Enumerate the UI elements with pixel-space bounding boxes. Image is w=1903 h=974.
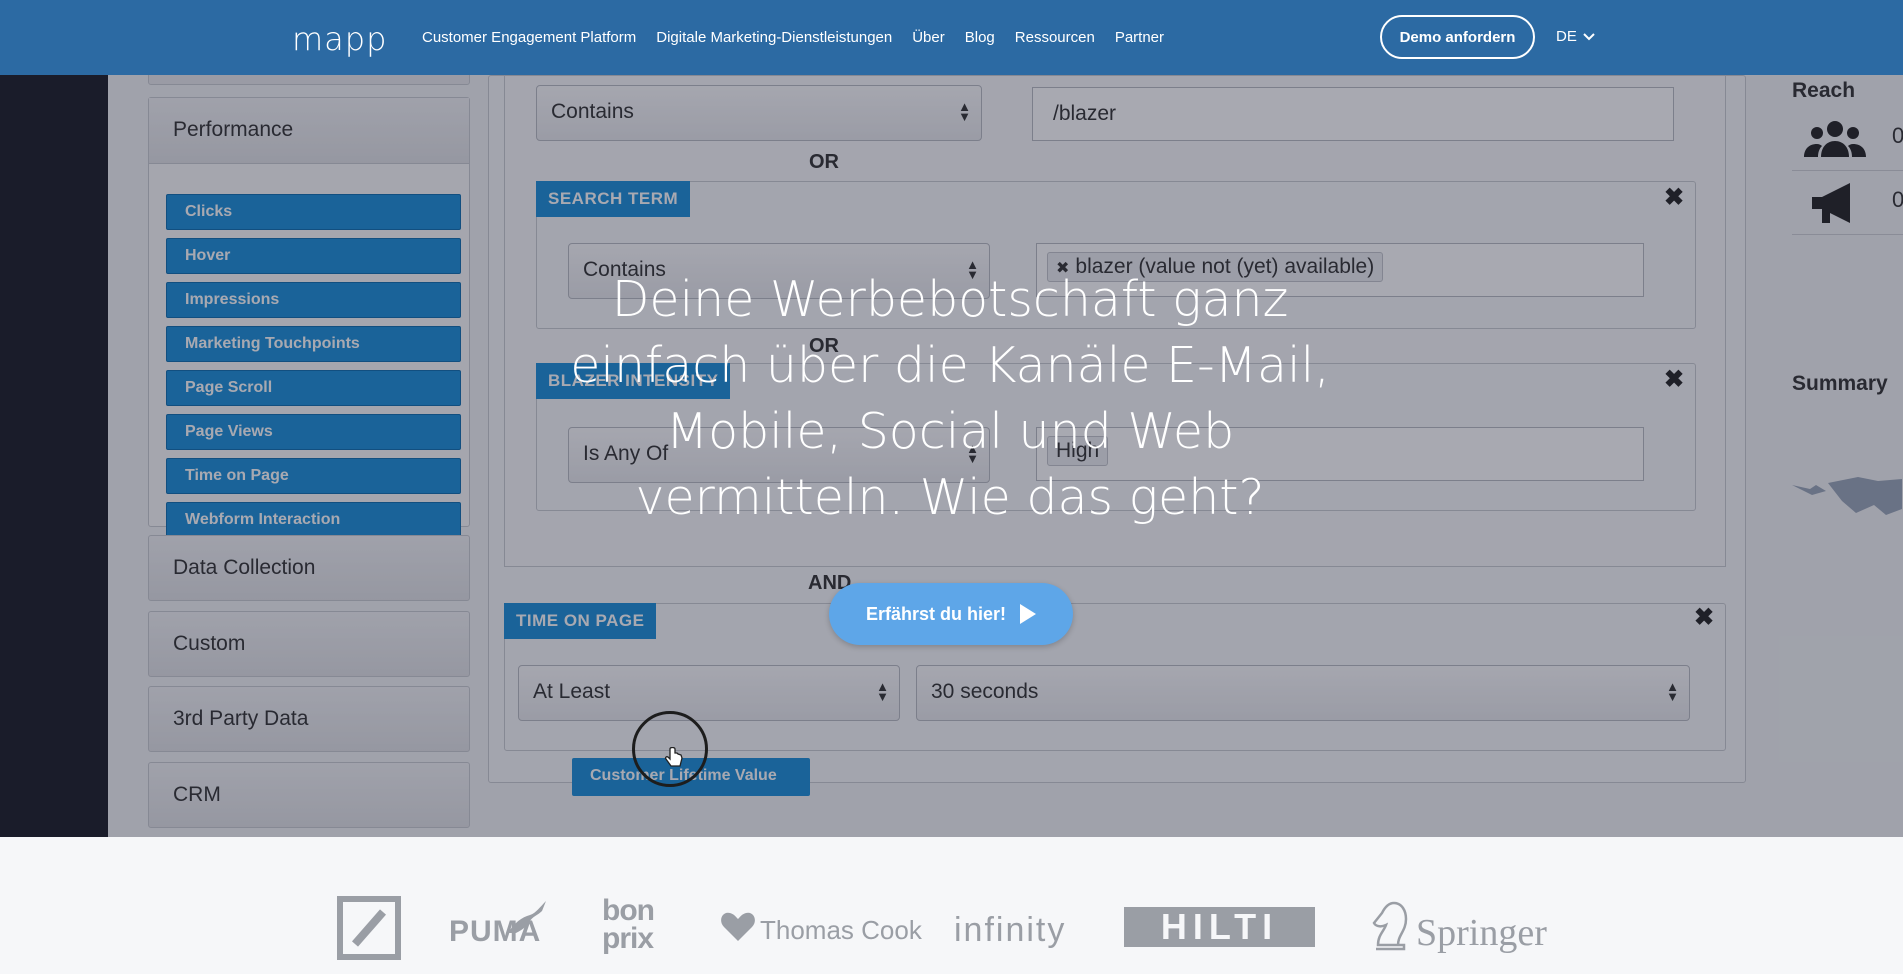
nav-link-digitale-marketing-dienstleistungen[interactable]: Digitale Marketing-Dienstleistungen [656, 29, 892, 46]
nav-links: Customer Engagement Platform Digitale Ma… [422, 0, 1164, 75]
demo-request-button[interactable]: Demo anfordern [1380, 15, 1535, 59]
chevron-down-icon [1583, 32, 1595, 40]
language-selector[interactable]: DE [1556, 28, 1595, 45]
nav-link-blog[interactable]: Blog [965, 29, 995, 46]
deutsche-bank-logo [337, 896, 401, 960]
headline-line-2: einfach über die Kanäle E-Mail, [570, 337, 1330, 394]
mapp-logo[interactable]: mapp [292, 20, 387, 58]
learn-more-label: Erfährst du hier! [865, 603, 1007, 624]
hero-headline: Deine Werbebotschaft ganz einfach über d… [510, 267, 1390, 531]
nav-link-ueber[interactable]: Über [912, 29, 945, 46]
nav-link-partner[interactable]: Partner [1115, 29, 1164, 46]
play-icon [1020, 604, 1037, 624]
headline-line-4: vermitteln. Wie das geht? [635, 469, 1265, 526]
bonprix-logo-bottom: prix [602, 922, 654, 955]
hand-cursor-icon [664, 747, 683, 767]
top-navigation: mapp Customer Engagement Platform Digita… [0, 0, 1903, 75]
heart-icon [721, 912, 755, 941]
infinity-logo: infinity [954, 911, 1067, 949]
customer-logos-bar: PUMA bon prix Thomas Cook infinity HILTI… [0, 837, 1903, 974]
learn-more-button[interactable]: Erfährst du hier! [829, 583, 1073, 645]
nav-link-ressourcen[interactable]: Ressourcen [1015, 29, 1095, 46]
bonprix-logo: bon prix [602, 894, 655, 955]
nav-link-customer-engagement-platform[interactable]: Customer Engagement Platform [422, 29, 636, 46]
bonprix-logo-top: bon [602, 894, 655, 927]
language-label: DE [1556, 28, 1577, 45]
thomas-cook-logo: Thomas Cook [760, 915, 922, 945]
hilti-logo-text: HILTI [1160, 906, 1279, 947]
headline-line-1: Deine Werbebotschaft ganz [611, 271, 1289, 328]
headline-line-3: Mobile, Social und Web [665, 403, 1235, 460]
hilti-logo: HILTI [1124, 907, 1315, 947]
springer-chess-knight-icon [1372, 901, 1408, 951]
puma-cat-icon [508, 901, 546, 933]
springer-logo: Springer [1416, 912, 1547, 954]
hero-section: Performance Clicks Hover Impressions Mar… [0, 75, 1903, 837]
